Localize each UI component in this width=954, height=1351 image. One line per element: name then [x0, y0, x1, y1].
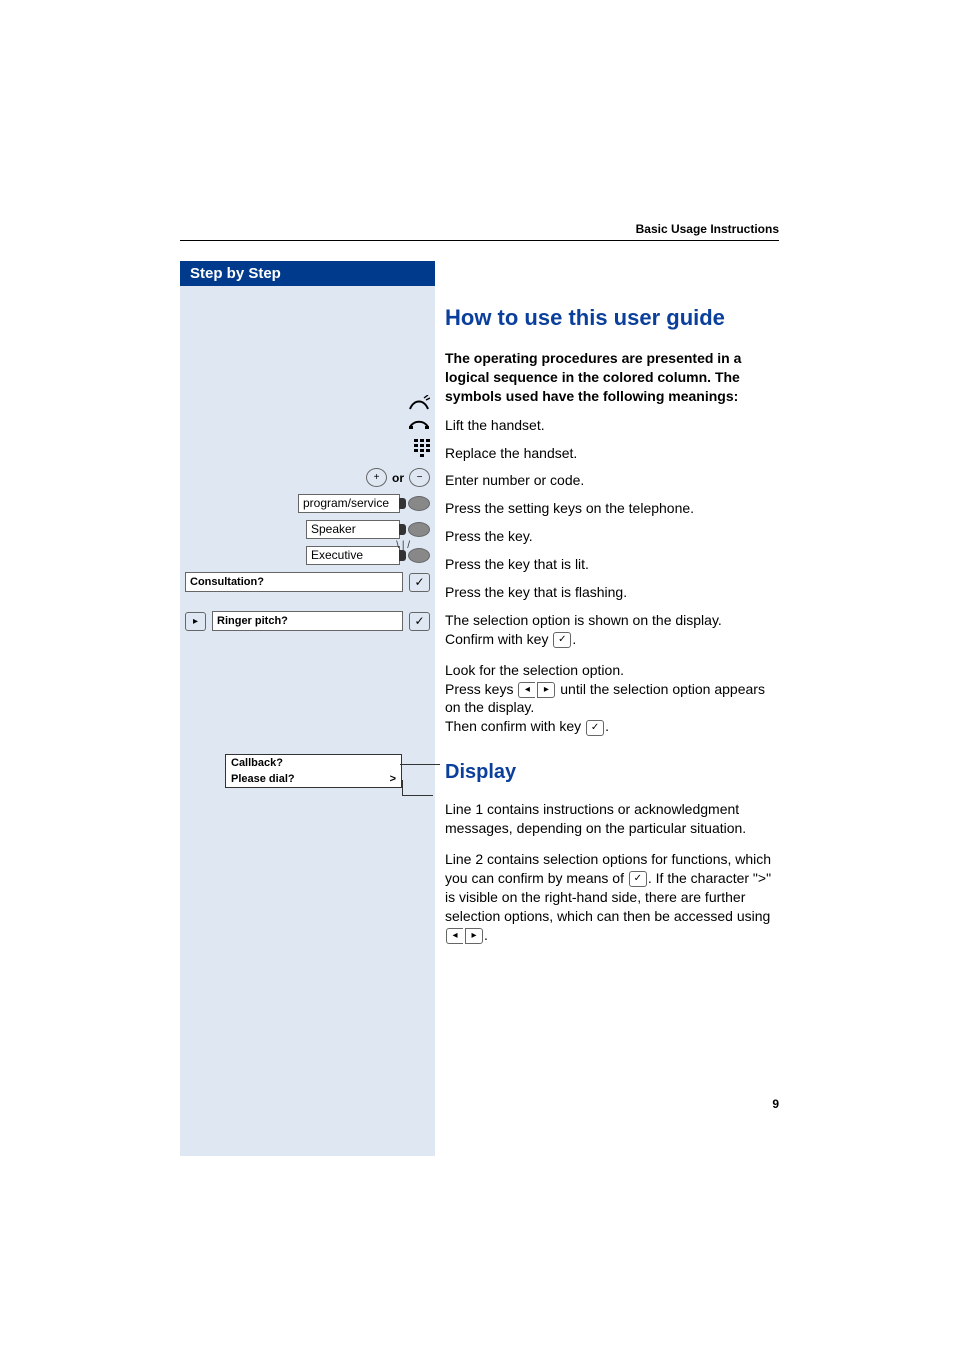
right-arrow-key-icon: ▸ [185, 612, 206, 631]
display-line-2: Please dial? > [226, 771, 401, 787]
desc-selection-shown: The selection option is shown on the dis… [445, 611, 779, 649]
manual-page: Basic Usage Instructions 9 Step by Step [0, 0, 954, 1351]
check-key-icon: ✓ [553, 632, 571, 648]
desc-press-key: Press the key. [445, 527, 779, 546]
consultation-prompt: Consultation? [185, 572, 403, 592]
section-heading-display: Display [445, 761, 779, 784]
confirm-key-icon: ✓ [409, 612, 430, 631]
keypad-icon [414, 439, 430, 462]
flashing-rays-icon: \ | / [396, 540, 410, 551]
ringer-pitch-row: ▸ Ringer pitch? ✓ [180, 611, 435, 631]
desc-display-line1: Line 1 contains instructions or acknowle… [445, 800, 779, 838]
running-head: Basic Usage Instructions [636, 222, 779, 236]
consultation-row: Consultation? ✓ [180, 572, 435, 592]
plus-minus-row: + or − [180, 468, 435, 487]
header-rule [180, 240, 779, 241]
display-line-1: Callback? [226, 755, 401, 771]
desc-press-key-lit: Press the key that is lit. [445, 555, 779, 574]
speaker-key-icon: Speaker [306, 520, 430, 539]
right-arrow-key-icon: ▸ [537, 682, 555, 698]
minus-key-icon: − [409, 468, 430, 487]
program-service-key-icon: program/service [298, 494, 430, 513]
callout-line-1 [400, 764, 440, 765]
left-arrow-key-icon: ◂ [446, 928, 463, 944]
left-arrow-key-icon: ◂ [518, 682, 535, 698]
desc-setting-keys: Press the setting keys on the telephone. [445, 499, 779, 518]
desc-lift-handset: Lift the handset. [445, 416, 779, 435]
display-mockup: Callback? Please dial? > [225, 754, 402, 788]
confirm-key-icon: ✓ [409, 573, 430, 592]
main-content: How to use this user guide The operating… [445, 261, 779, 956]
keypad-row [180, 439, 435, 462]
check-key-icon: ✓ [629, 871, 647, 887]
step-by-step-column: + or − program/service Speaker \ | / Exe… [180, 286, 435, 1156]
check-key-icon: ✓ [586, 720, 604, 736]
section-heading-how-to: How to use this user guide [445, 305, 779, 331]
executive-key-icon: \ | / Executive [306, 546, 430, 565]
desc-look-for-selection: Look for the selection option. Press key… [445, 661, 779, 737]
intro-paragraph: The operating procedures are presented i… [445, 349, 779, 406]
desc-enter-number: Enter number or code. [445, 471, 779, 490]
or-label: or [392, 471, 404, 485]
display-more-indicator: > [390, 773, 396, 785]
lift-handset-row [180, 395, 435, 416]
lift-handset-icon [408, 395, 430, 416]
desc-press-key-flashing: Press the key that is flashing. [445, 583, 779, 602]
right-arrow-key-icon: ▸ [465, 928, 483, 944]
program-service-row: program/service [180, 494, 435, 513]
desc-display-line2: Line 2 contains selection options for fu… [445, 850, 779, 944]
speaker-row: Speaker [180, 520, 435, 539]
callout-line-2 [402, 780, 433, 796]
replace-handset-icon [408, 419, 430, 437]
page-number: 9 [772, 1097, 779, 1111]
ringer-pitch-prompt: Ringer pitch? [212, 611, 403, 631]
desc-replace-handset: Replace the handset. [445, 444, 779, 463]
replace-handset-row [180, 419, 435, 437]
step-by-step-header: Step by Step [180, 261, 435, 286]
executive-row: \ | / Executive [180, 546, 435, 565]
plus-key-icon: + [366, 468, 387, 487]
